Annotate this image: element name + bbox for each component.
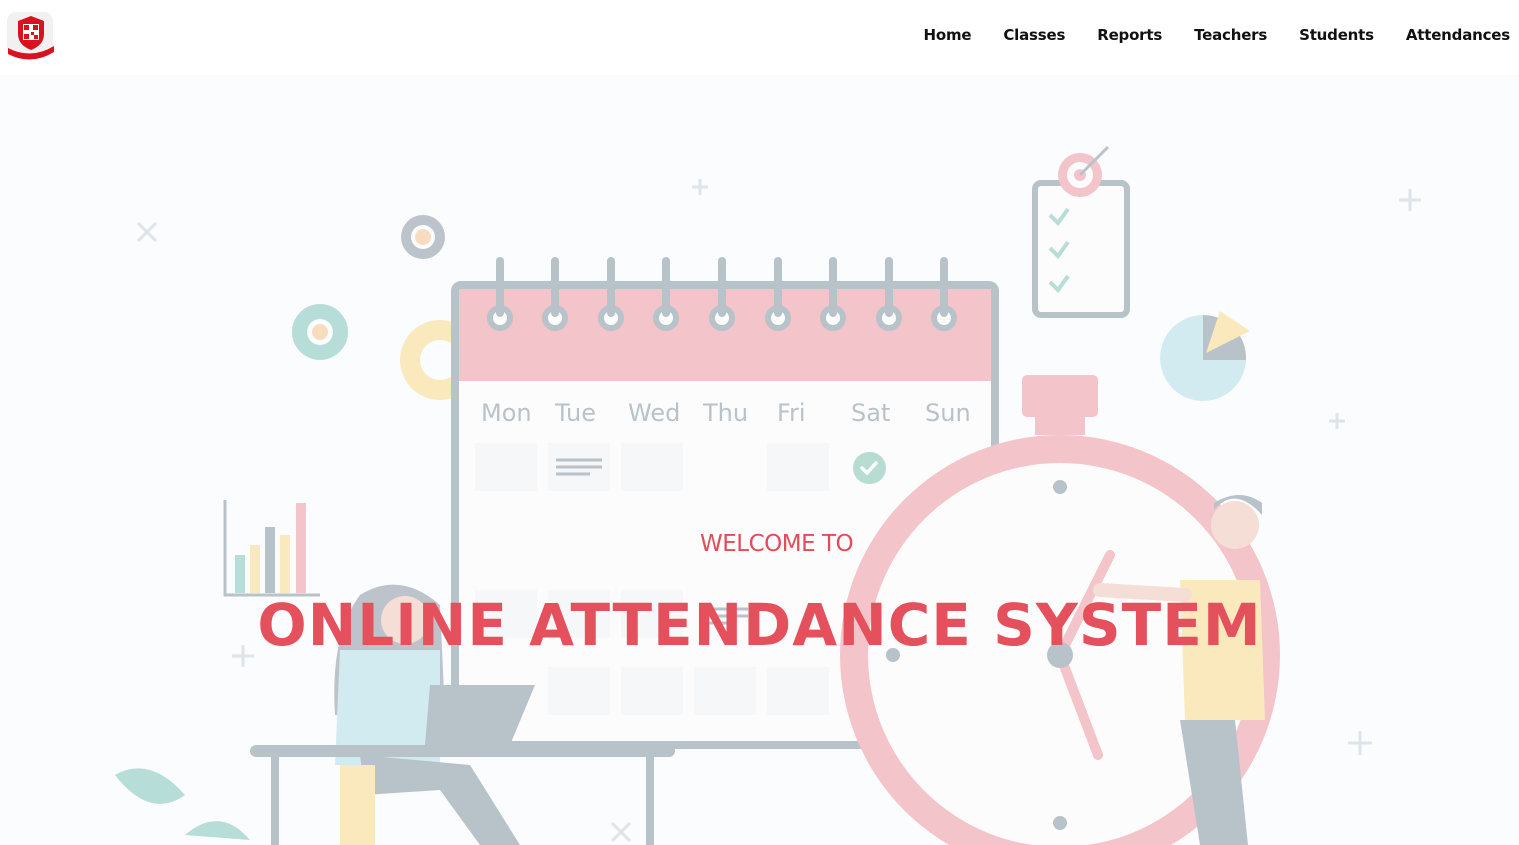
nav-teachers[interactable]: Teachers [1194,26,1267,44]
check-circle-icon [853,452,885,484]
nav-reports[interactable]: Reports [1097,26,1162,44]
qr-shield-icon [7,12,54,60]
app-logo[interactable] [6,10,56,60]
pie-chart-illustration [1160,311,1250,401]
welcome-text: WELCOME TO [700,531,854,557]
nav-home[interactable]: Home [924,26,972,44]
svg-text:Sun: Sun [925,399,971,427]
page-title: ONLINE ATTENDANCE SYSTEM [257,591,1262,659]
svg-text:Mon: Mon [481,399,532,427]
svg-text:Sat: Sat [851,399,890,427]
navbar: Home Classes Reports Teachers Students A… [0,0,1519,75]
bar-chart-illustration [223,500,320,597]
svg-text:Tue: Tue [554,399,596,427]
checklist-illustration [1032,145,1130,318]
nav-classes[interactable]: Classes [1003,26,1065,44]
hero-banner: Mon Tue Wed Thu Fri Sat Sun WELCOME TO O… [0,75,1519,845]
svg-text:Thu: Thu [702,399,748,427]
svg-text:Fri: Fri [777,399,806,427]
plant-illustration [115,768,250,840]
nav-students[interactable]: Students [1299,26,1374,44]
svg-text:Wed: Wed [628,399,680,427]
hero-illustration: Mon Tue Wed Thu Fri Sat Sun [115,145,1421,845]
nav-attendances[interactable]: Attendances [1406,26,1510,44]
main-nav: Home Classes Reports Teachers Students A… [892,26,1511,44]
